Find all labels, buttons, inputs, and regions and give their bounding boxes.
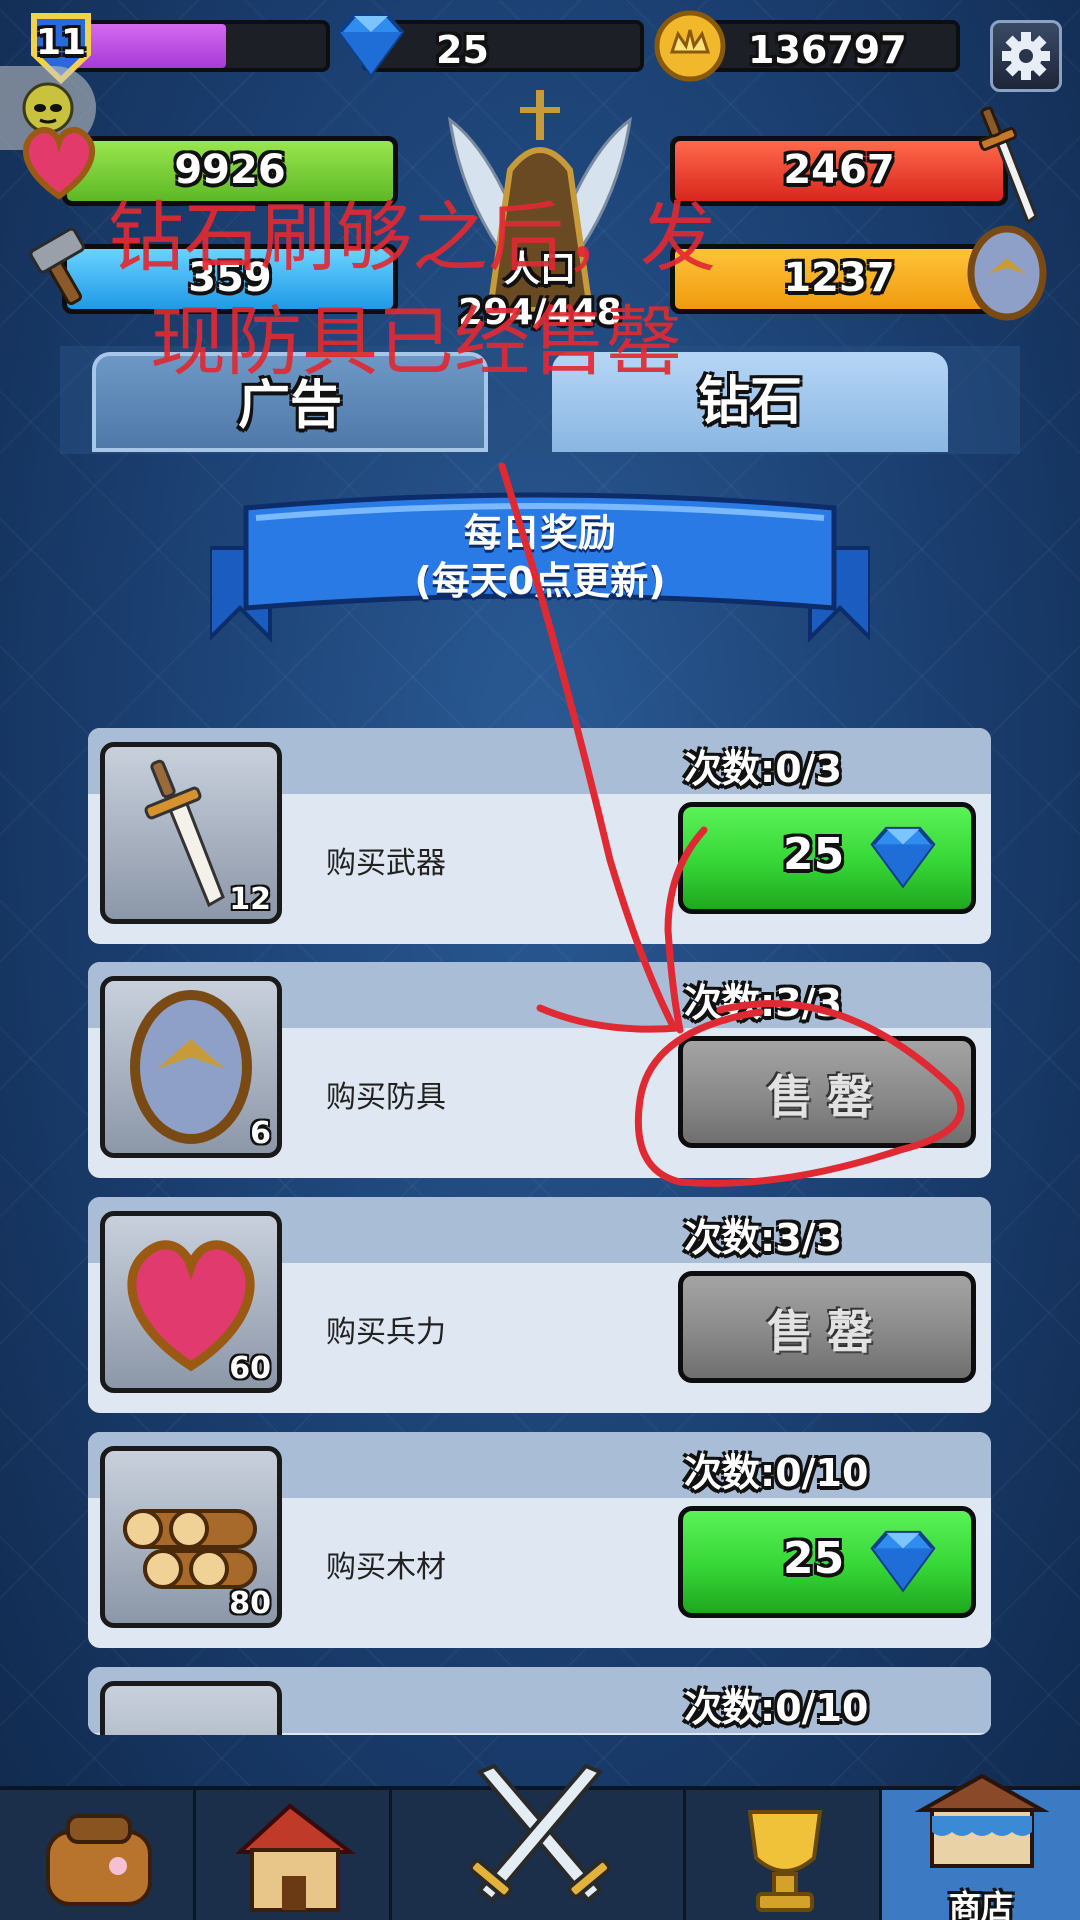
purchase-count: 次数:0/10 <box>684 1686 869 1730</box>
attack-value: 2467 <box>783 147 895 193</box>
sold-out-button[interactable]: 售罄 <box>678 1271 976 1383</box>
coin-icon <box>652 8 728 84</box>
hammer-icon <box>18 227 102 312</box>
purchase-count: 次数:0/10 <box>684 1451 869 1495</box>
gem-icon <box>870 1530 936 1593</box>
item-quantity: 80 <box>229 1586 271 1621</box>
purchase-count: 次数:3/3 <box>684 1216 842 1260</box>
nav-shop[interactable]: 商店 <box>882 1773 1080 1920</box>
defense-value: 1237 <box>783 255 895 301</box>
purchase-count: 次数:3/3 <box>684 981 842 1025</box>
item-quantity: 60 <box>229 1351 271 1386</box>
reward-row-partial: 次数:0/10 <box>88 1667 991 1735</box>
banner-title: 每日奖励 <box>463 511 616 555</box>
item-frame <box>100 1681 282 1735</box>
backpack-icon <box>46 1814 152 1906</box>
gear-icon <box>1002 32 1050 80</box>
sold-out-button[interactable]: 售罄 <box>678 1036 976 1148</box>
sold-out-label: 售罄 <box>767 1305 887 1359</box>
item-quantity: 12 <box>229 882 271 917</box>
annotation-line-2: 现防具已经售罄 <box>150 297 682 386</box>
nav-shop-label: 商店 <box>948 1888 1013 1920</box>
attack-bar: 2467 <box>670 136 1008 206</box>
price-value: 25 <box>783 1533 845 1584</box>
nav-trophies[interactable] <box>686 1790 882 1920</box>
shop-icon <box>914 1773 1050 1868</box>
sword-icon <box>970 100 1050 230</box>
reward-row-troops: 次数:3/3 60 购买兵力 售罄 <box>88 1197 991 1413</box>
nav-backpack[interactable] <box>0 1790 196 1920</box>
purchase-count: 次数:0/3 <box>684 747 842 791</box>
bottom-nav: 商店 <box>0 1763 1080 1920</box>
reward-row-wood: 次数:0/10 80 购买木材 25 <box>88 1432 991 1648</box>
gem-icon <box>870 826 936 889</box>
settings-button[interactable] <box>990 20 1062 92</box>
annotation-line-1: 钻石刷够之后，发 <box>108 193 716 282</box>
coins-value: 136797 <box>748 28 907 72</box>
gem-icon <box>330 10 412 80</box>
heart-icon <box>14 116 104 206</box>
item-frame: 6 <box>100 976 282 1158</box>
nav-buildings[interactable] <box>196 1790 392 1920</box>
item-label: 购买武器 <box>326 846 446 881</box>
defense-bar: 1237 <box>670 244 1008 314</box>
buy-wood-button[interactable]: 25 <box>678 1506 976 1618</box>
shield-icon <box>966 224 1048 322</box>
trophy-icon <box>747 1810 823 1912</box>
nav-battle[interactable] <box>392 1763 686 1920</box>
item-frame: 12 <box>100 742 282 924</box>
reward-row-weapon: 次数:0/3 12 购买武器 25 <box>88 728 991 944</box>
item-quantity: 6 <box>250 1116 271 1151</box>
troops-value: 9926 <box>174 147 286 193</box>
price-value: 25 <box>783 829 845 880</box>
item-label: 购买防具 <box>326 1080 446 1115</box>
item-label: 购买木材 <box>326 1550 446 1585</box>
item-label: 购买兵力 <box>326 1315 446 1350</box>
item-frame: 60 <box>100 1211 282 1393</box>
item-frame: 80 <box>100 1446 282 1628</box>
sold-out-label: 售罄 <box>767 1070 887 1124</box>
house-icon <box>234 1803 356 1912</box>
buy-weapon-button[interactable]: 25 <box>678 802 976 914</box>
banner-subtitle: (每天0点更新) <box>414 559 666 603</box>
level-number: 11 <box>35 22 87 63</box>
xp-bar <box>60 20 330 72</box>
crossed-swords-icon <box>468 1763 612 1903</box>
gems-value: 25 <box>436 28 489 72</box>
reward-row-armor: 次数:3/3 6 购买防具 售罄 <box>88 962 991 1178</box>
